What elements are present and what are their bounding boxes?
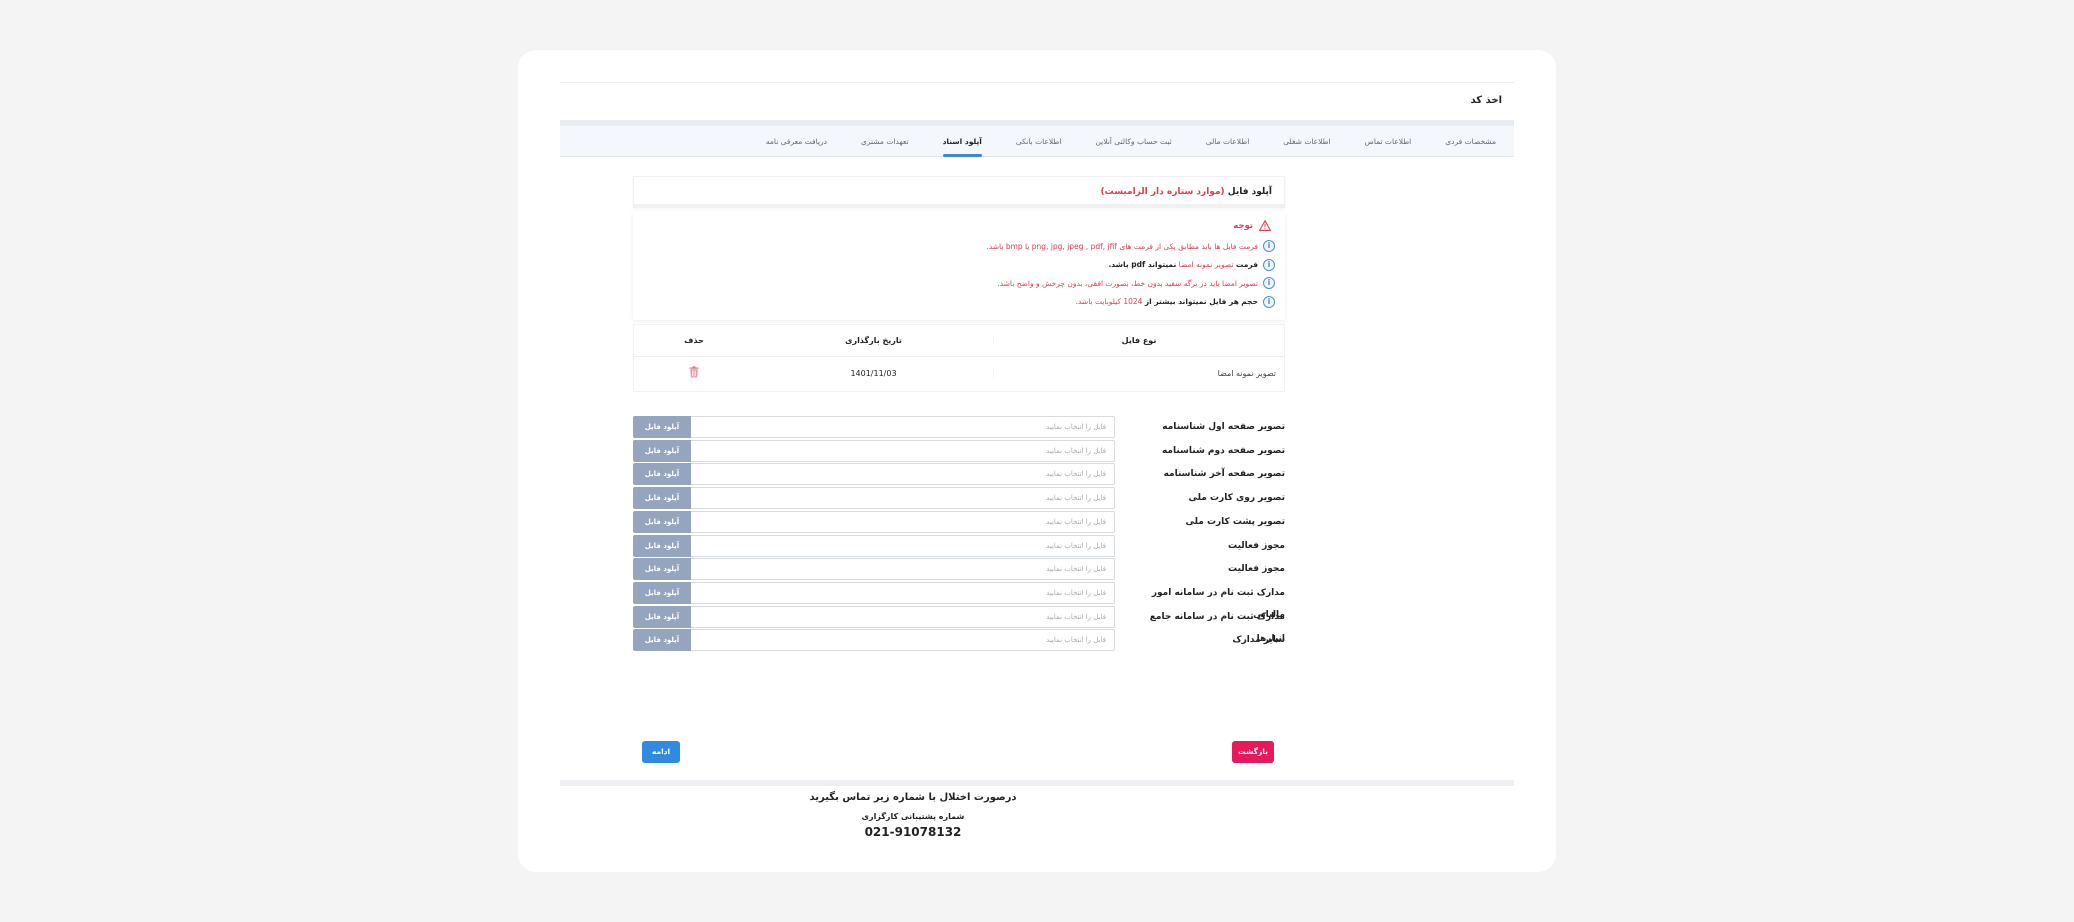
upload-row-label: تصویر صفحه اول شناسنامه <box>1162 422 1285 432</box>
upload-row-label: مجوز فعالیت <box>1228 540 1285 551</box>
back-button[interactable]: بازگشت <box>1232 741 1274 763</box>
page-title: اخذ کد <box>1470 95 1502 106</box>
info-icon: i <box>1263 240 1275 252</box>
tab-7[interactable]: تعهدات مشتری <box>861 126 909 157</box>
notice-line-text: حجم هر فایل نمیتواند بیشتر از 1024 کیلوب… <box>1076 297 1258 306</box>
notice-suffix: 1024 کیلوبایت باشد. <box>1075 297 1143 306</box>
upload-date-cell: 1401/11/03 <box>754 368 994 378</box>
notice-highlight: هر فایل نمیتواند بیشتر از <box>1144 297 1239 306</box>
upload-row: تصویر صفحه آخر شناسنامه فایل را انتخاب نم… <box>633 463 1285 486</box>
notice-highlight: تصویر امضا باید در برگه سفید بدون خط، بص… <box>997 278 1258 288</box>
upload-file-button[interactable]: آپلود فایل <box>633 581 691 604</box>
trash-icon[interactable] <box>689 366 699 378</box>
upload-file-button[interactable]: آپلود فایل <box>633 463 691 486</box>
info-icon: i <box>1263 295 1275 308</box>
upload-row-label: سایر مدارک <box>1232 635 1285 646</box>
file-type-cell: تصویر نمونه امضا <box>1217 368 1276 378</box>
notice-title: توجه <box>643 220 1271 231</box>
notice-prefix: حجم <box>1241 297 1258 306</box>
upload-file-button[interactable]: آپلود فایل <box>633 558 691 581</box>
upload-row-label: تصویر صفحه آخر شناسنامه <box>1163 469 1285 480</box>
notice-line-text: فرمت فایل ها باید مطابق یکی از فرمت های … <box>986 242 1258 251</box>
upload-section-header: آپلود فایل (موارد ستاره دار الزامیست) <box>633 176 1285 208</box>
upload-row: مجوز فعالیت فایل را انتخاب نمایید آپلود فا… <box>633 558 1285 581</box>
notice-line: i حجم هر فایل نمیتواند بیشتر از 1024 کیلو… <box>643 295 1275 309</box>
file-input[interactable]: فایل را انتخاب نمایید <box>691 487 1115 510</box>
notice-line: i تصویر امضا باید در برگه سفید بدون خط، … <box>643 276 1275 290</box>
notice-line-text: تصویر امضا باید در برگه سفید بدون خط، بص… <box>997 279 1258 288</box>
footer-phone: 021-91078132 <box>864 825 962 839</box>
warning-icon <box>1259 220 1271 231</box>
footer-contact-text: درصورت اختلال با شماره زیر تماس بگیرید <box>809 792 1017 803</box>
notice-line: i فرمت فایل ها باید مطابق یکی از فرمت ها… <box>643 239 1275 253</box>
file-input[interactable]: فایل را انتخاب نمایید <box>691 416 1115 438</box>
notice-lines: i فرمت فایل ها باید مطابق یکی از فرمت ها… <box>643 239 1275 309</box>
tab-5[interactable]: اطلاعات بانکی <box>1016 126 1062 157</box>
upload-row: مجوز فعالیت فایل را انتخاب نمایید آپلود فا… <box>633 534 1285 557</box>
notice-highlight: تصویر نمونه امضا <box>1178 260 1234 269</box>
tab-0[interactable]: مشخصات فردی <box>1445 126 1496 157</box>
tab-8[interactable]: دریافت معرفی نامه <box>766 126 827 157</box>
delete-cell <box>634 366 754 380</box>
tab-3[interactable]: اطلاعات مالی <box>1206 126 1250 157</box>
header-upload-date: تاریخ بارگذاری <box>754 336 994 345</box>
table-row: تصویر نمونه امضا 1401/11/03 <box>634 357 1284 389</box>
next-button[interactable]: ادامه <box>642 741 680 763</box>
notice-prefix: فرمت <box>1235 260 1258 269</box>
upload-file-button[interactable]: آپلود فایل <box>633 605 691 628</box>
file-input[interactable]: فایل را انتخاب نمایید <box>691 510 1115 533</box>
upload-file-button[interactable]: آپلود فایل <box>633 534 691 557</box>
upload-row: مدارک ثبت نام در سامانه امور مالیاتی فایل… <box>633 581 1285 620</box>
notice-line-text: فرمت تصویر نمونه امضا نمیتواند pdf باشد. <box>1108 260 1258 269</box>
upload-row: مدارک ثبت نام در سامانه جامع انبارها فایل… <box>633 605 1285 644</box>
file-input[interactable]: فایل را انتخاب نمایید <box>691 463 1115 486</box>
upload-section-title: آپلود فایل <box>1227 187 1272 197</box>
tab-1[interactable]: اطلاعات تماس <box>1365 126 1412 157</box>
upload-file-button[interactable]: آپلود فایل <box>633 487 691 510</box>
tabs-bar: مشخصات فردی اطلاعات تماس اطلاعات شغلی اطلاع… <box>560 120 1514 157</box>
tab-6[interactable]: آپلود اسناد <box>942 126 983 157</box>
upload-row: تصویر روی کارت ملی فایل را انتخاب نمایید آ… <box>633 487 1285 510</box>
info-icon: i <box>1263 277 1275 289</box>
file-input[interactable]: فایل را انتخاب نمایید <box>691 558 1115 581</box>
notice-highlight: فرمت فایل ها باید مطابق یکی از فرمت های … <box>986 241 1258 251</box>
upload-row: تصویر پشت کارت ملی فایل را انتخاب نمایید آ… <box>633 510 1285 533</box>
tab-list: مشخصات فردی اطلاعات تماس اطلاعات شغلی اطلاع… <box>766 126 1496 157</box>
notice-box: توجه i فرمت فایل ها باید مطابق یکی از فر… <box>633 212 1285 320</box>
upload-row: سایر مدارک فایل را انتخاب نمایید آپلود فای… <box>633 629 1285 652</box>
file-input[interactable]: فایل را انتخاب نمایید <box>691 581 1115 604</box>
notice-line: i فرمت تصویر نمونه امضا نمیتواند pdf باشد… <box>643 258 1275 272</box>
info-icon: i <box>1263 258 1275 271</box>
notice-title-text: توجه <box>1233 220 1253 231</box>
tab-2[interactable]: اطلاعات شغلی <box>1283 126 1330 157</box>
upload-file-button[interactable]: آپلود فایل <box>633 416 691 438</box>
header-file-type: نوع فایل <box>1121 336 1157 345</box>
upload-row: تصویر صفحه دوم شناسنامه فایل را انتخاب نم… <box>633 439 1285 462</box>
bottom-divider <box>560 780 1514 786</box>
file-input[interactable]: فایل را انتخاب نمایید <box>691 605 1115 628</box>
uploaded-files-table: نوع فایل تاریخ بارگذاری حذف تصویر نمونه … <box>633 324 1285 392</box>
header-delete: حذف <box>684 336 704 345</box>
upload-row-label: تصویر روی کارت ملی <box>1188 493 1285 504</box>
file-input[interactable]: فایل را انتخاب نمایید <box>691 534 1115 557</box>
upload-row-label: تصویر صفحه دوم شناسنامه <box>1161 445 1285 456</box>
upload-file-button[interactable]: آپلود فایل <box>633 629 691 652</box>
file-input[interactable]: فایل را انتخاب نمایید <box>691 629 1115 652</box>
top-divider <box>560 82 1514 83</box>
upload-row-label: تصویر پشت کارت ملی <box>1185 516 1285 527</box>
upload-row: تصویر صفحه اول شناسنامه فایل را انتخاب نم… <box>633 416 1285 438</box>
required-note: (موارد ستاره دار الزامیست) <box>1100 187 1225 197</box>
upload-row-label: مجوز فعالیت <box>1228 564 1285 575</box>
table-header-row: نوع فایل تاریخ بارگذاری حذف <box>634 325 1284 357</box>
file-input[interactable]: فایل را انتخاب نمایید <box>691 439 1115 462</box>
tab-4[interactable]: ثبت حساب وکالتی آنلاین <box>1095 126 1171 157</box>
main-card: اخذ کد مشخصات فردی اطلاعات تماس اطلاعات شغ… <box>518 50 1556 872</box>
upload-file-button[interactable]: آپلود فایل <box>633 439 691 462</box>
upload-file-button[interactable]: آپلود فایل <box>633 510 691 533</box>
notice-suffix: نمیتواند pdf باشد. <box>1108 260 1177 269</box>
footer-support-label: شماره پشتیبانی کارگزاری <box>861 812 965 821</box>
